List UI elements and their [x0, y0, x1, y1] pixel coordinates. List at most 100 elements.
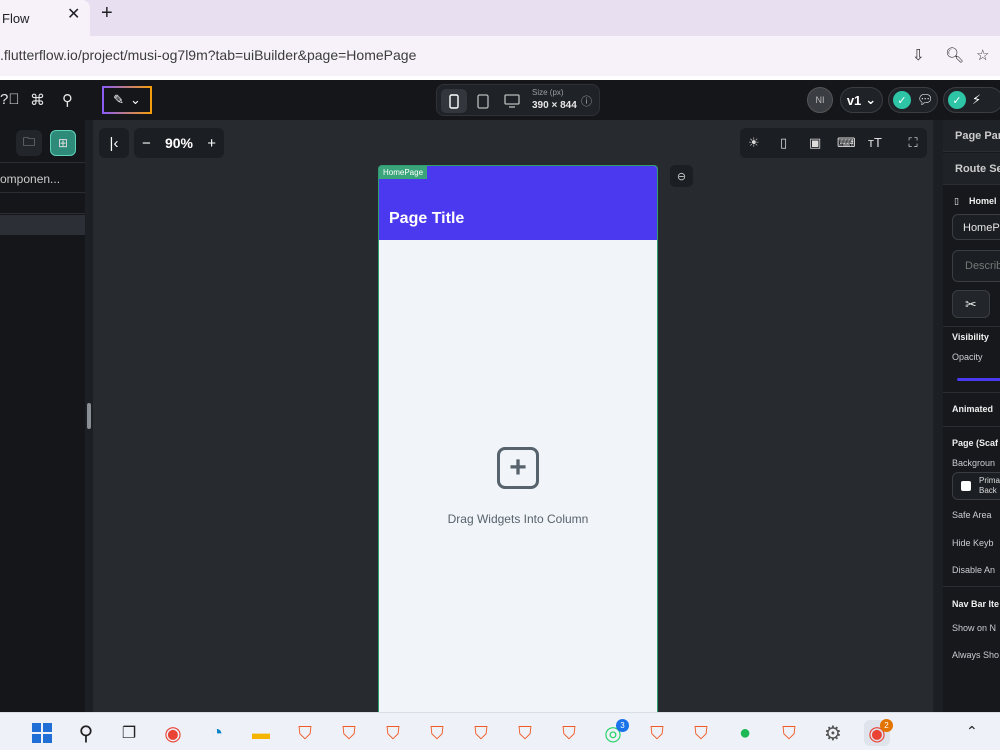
windows-start-icon[interactable] [29, 720, 55, 746]
chrome-icon[interactable]: ◉ [160, 720, 186, 746]
add-component-button[interactable]: ⊞ [50, 130, 76, 156]
brave-icon[interactable]: ⛉ [380, 720, 406, 746]
tab-route-settings[interactable]: Route Se [943, 153, 1000, 185]
panel-splitter[interactable] [85, 120, 93, 712]
right-divider [943, 392, 1000, 393]
color-swatch [961, 481, 971, 491]
whatsapp-badge: 3 [616, 719, 629, 732]
version-selector[interactable]: v1 ⌄ [840, 87, 883, 113]
run-status-button[interactable]: ✓ ⚡︎ [943, 87, 1000, 113]
brave-icon[interactable]: ⛉ [468, 720, 494, 746]
phone-small-icon: ▯ [954, 196, 959, 206]
brave-icon[interactable]: ⛉ [688, 720, 714, 746]
brave-icon[interactable]: ⛉ [644, 720, 670, 746]
phone-frame-icon[interactable]: ▯ [780, 135, 787, 151]
phone-preview[interactable]: HomePage Page Title + Drag Widgets Into … [378, 165, 658, 725]
spotify-icon[interactable]: ● [732, 720, 758, 746]
always-show-label: Always Sho [952, 650, 1000, 660]
url-field[interactable]: .flutterflow.io/project/musi-og7l9m?tab=… [0, 47, 416, 63]
tablet-device-button[interactable] [470, 89, 496, 113]
background-color-field[interactable]: Prima Back [952, 472, 1000, 500]
right-divider [943, 586, 1000, 587]
tab-label: Page Par [955, 130, 1000, 142]
page-scaffold-label: Page (Scaf [952, 438, 999, 448]
brave-icon[interactable]: ⛉ [556, 720, 582, 746]
tablet-icon [477, 93, 489, 109]
components-item[interactable]: omponen... [0, 172, 85, 186]
info-icon[interactable]: ⓘ [581, 93, 592, 109]
drag-handle[interactable] [87, 403, 91, 429]
chevron-up-icon[interactable]: ⌃ [966, 723, 978, 740]
page-name-field[interactable]: HomePa [952, 214, 1000, 240]
task-view-icon[interactable]: ❐ [116, 720, 142, 746]
avatar[interactable]: NI [807, 87, 833, 113]
size-label: Size (px) [532, 88, 564, 97]
file-explorer-icon[interactable]: ▬ [248, 720, 274, 746]
add-copy-icon: ⊞ [57, 136, 69, 150]
tab-label: Route Se [955, 163, 1000, 175]
tool-button[interactable]: ✂ [952, 290, 990, 318]
properties-panel: Page Par Route Se ▯ Homel HomePa Describ… [943, 120, 1000, 712]
opacity-label: Opacity [952, 352, 983, 362]
collapse-left-icon: |‹ [109, 134, 119, 152]
flutterflow-menu-button[interactable]: ✎ ⌄ [102, 86, 152, 114]
tab-page-params[interactable]: Page Par [943, 120, 1000, 152]
browser-tab-strip: Flow ✕ + [0, 0, 1000, 36]
primary-bg-label-2: Back [979, 486, 997, 495]
version-label: v1 [846, 92, 862, 108]
brave-icon[interactable]: ⛉ [512, 720, 538, 746]
text-size-icon[interactable]: ᴛT [868, 135, 882, 150]
flutterflow-logo-icon: ✎ [113, 92, 124, 107]
address-bar: .flutterflow.io/project/musi-og7l9m?tab=… [0, 36, 1000, 76]
comments-status-button[interactable]: ✓ 💬︎ [888, 87, 938, 113]
zoom-in-button[interactable]: + [207, 135, 216, 152]
install-app-icon[interactable]: ⇩ [912, 46, 925, 64]
right-divider [943, 326, 1000, 327]
bookmark-star-icon[interactable]: ☆ [976, 46, 989, 64]
add-widget-icon[interactable]: + [497, 447, 539, 489]
page-title[interactable]: Page Title [389, 210, 464, 228]
help-icon[interactable]: ?⃝ [0, 91, 20, 108]
builder-toolbar: ?⃝ ⌘ ⚲ ✎ ⌄ Size (px) 390 × 844 ⓘ NI v1 ⌄… [0, 80, 1000, 120]
browser-tab[interactable]: Flow ✕ [0, 0, 90, 36]
zoom-icon[interactable]: 🔍︎ [945, 46, 964, 64]
search-icon[interactable]: ⚲ [62, 91, 73, 109]
add-folder-button[interactable]: 🗀︎ [16, 130, 42, 156]
search-icon[interactable]: ⚲ [73, 720, 99, 746]
safe-area-label: Safe Area [952, 510, 992, 520]
hide-keyboard-label: Hide Keyb [952, 538, 994, 548]
brave-icon[interactable]: ⛉ [776, 720, 802, 746]
widget-tree-button[interactable]: ⛶ [899, 128, 927, 158]
phone-device-button[interactable] [441, 89, 467, 113]
zoom-value[interactable]: 90% [165, 135, 193, 151]
opacity-slider[interactable] [957, 378, 1000, 381]
sun-icon[interactable]: ☀ [748, 135, 760, 151]
right-splitter[interactable] [933, 120, 943, 712]
settings-gear-icon[interactable]: ⚙ [820, 720, 846, 746]
brave-icon[interactable]: ⛉ [424, 720, 450, 746]
disable-animation-label: Disable An [952, 565, 996, 575]
close-tab-icon[interactable]: ✕ [67, 4, 80, 24]
command-icon[interactable]: ⌘ [30, 91, 45, 109]
zoom-out-button[interactable]: − [142, 135, 151, 152]
size-value[interactable]: 390 × 844 [532, 100, 577, 111]
comment-icon: 💬︎ [917, 92, 934, 107]
brave-icon[interactable]: ⛉ [292, 720, 318, 746]
primary-bg-label: Prima [979, 476, 1000, 485]
page-name-value: HomePa [963, 222, 1000, 234]
right-divider [943, 426, 1000, 427]
device-settings-icon[interactable]: ▣ [809, 135, 821, 151]
description-field[interactable]: Describ [952, 250, 1000, 282]
brave-icon[interactable]: ⛉ [336, 720, 362, 746]
selected-page-row[interactable] [0, 215, 85, 235]
new-tab-button[interactable]: + [101, 2, 113, 25]
link-icon[interactable]: ⊖ [670, 165, 693, 187]
background-label: Backgroun [952, 458, 996, 468]
desktop-device-button[interactable] [499, 89, 525, 113]
edge-icon[interactable]: ◔ [204, 720, 230, 746]
keyboard-icon[interactable]: ⌨ [837, 135, 856, 151]
builder-canvas: |‹ − 90% + ☀ ▯ ▣ ⌨ ᴛT ⛶ HomePage Page Ti… [93, 120, 943, 725]
zoom-bar: − 90% + [134, 128, 224, 158]
collapse-panel-button[interactable]: |‹ [99, 128, 129, 158]
zoom-controls: |‹ − 90% + [99, 128, 224, 158]
